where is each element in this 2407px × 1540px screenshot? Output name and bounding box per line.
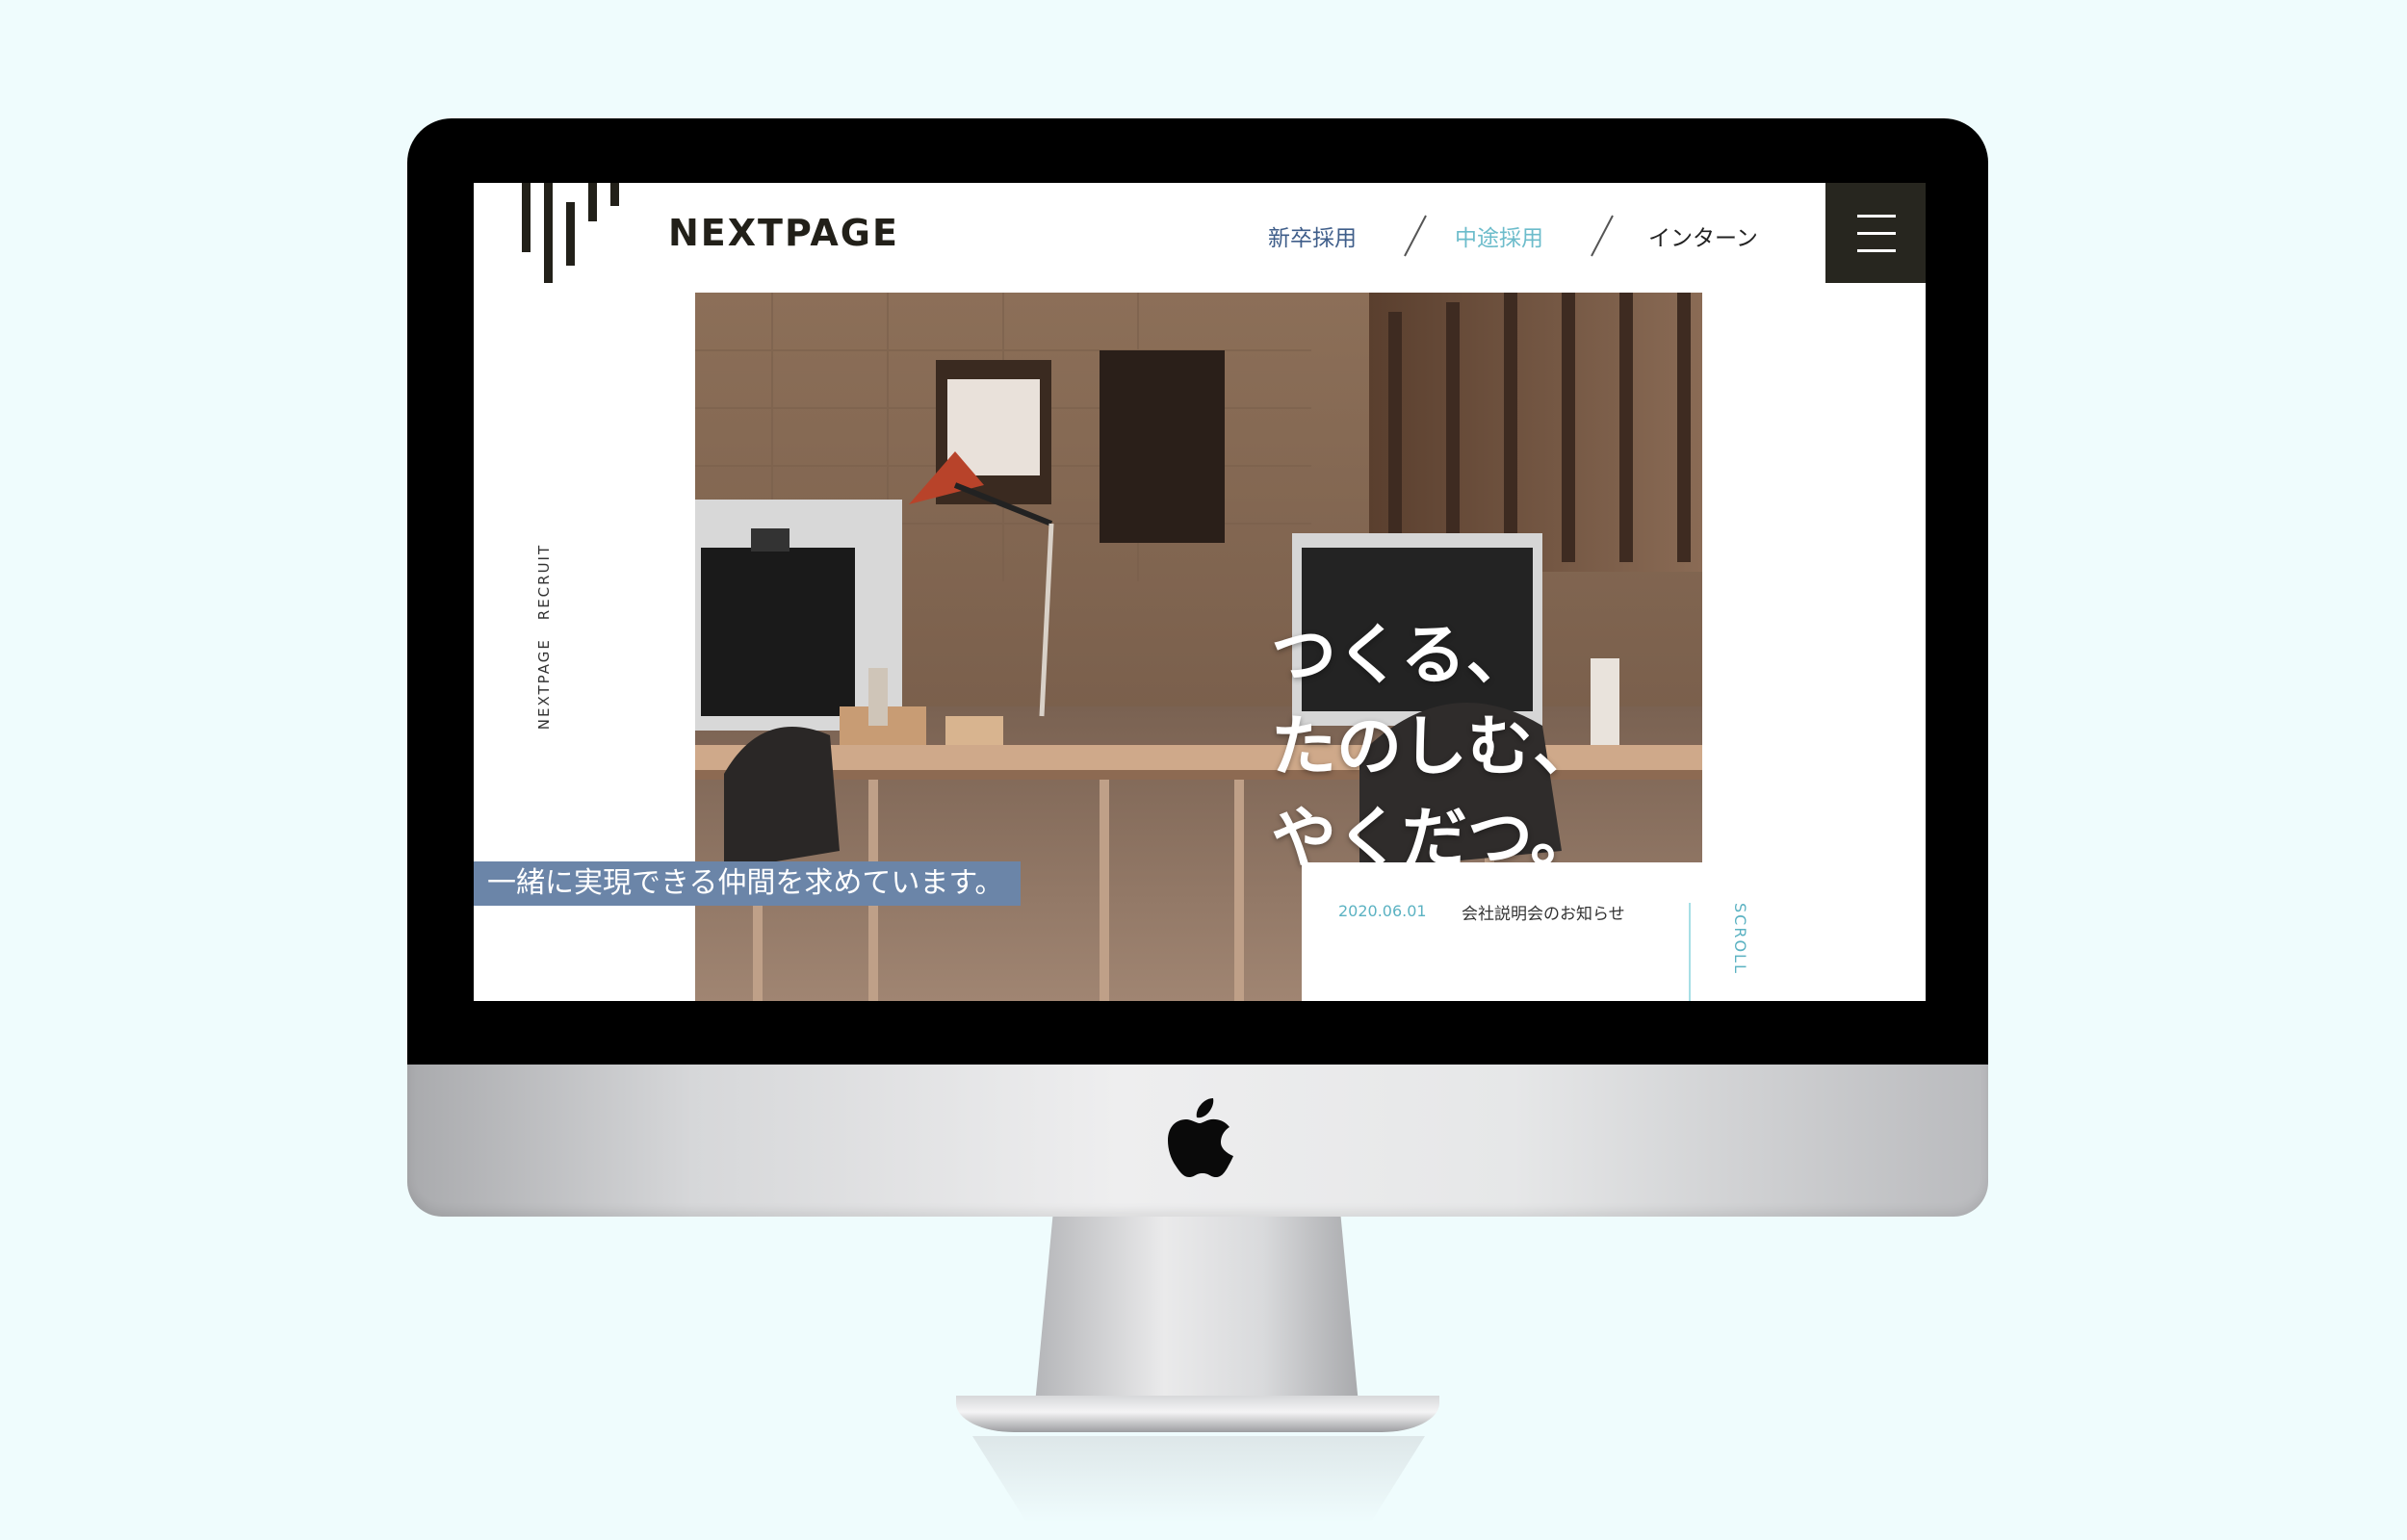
scroll-indicator-line xyxy=(1689,903,1691,1001)
hero-tagline: 一緒に実現できる仲間を求めています。 xyxy=(474,861,1022,906)
vertical-brand-label: NEXTPAGE RECRUIT xyxy=(535,544,553,741)
hero-catchphrase: つくる、 たのしむ、 やくだつ。 xyxy=(1271,610,1598,885)
nav-separator xyxy=(1404,215,1427,257)
news-box: 2020.06.01 会社説明会のお知らせ SCROLL xyxy=(1302,862,1926,1001)
side-label-brand: NEXTPAGE xyxy=(535,638,553,731)
logo-text: NEXTPAGE xyxy=(668,212,899,254)
nextpage-logo-mark-icon xyxy=(522,183,619,283)
site-logo[interactable]: NEXTPAGE xyxy=(522,183,897,289)
imac-stand-neck xyxy=(1033,1217,1360,1424)
nav-item-mid-career[interactable]: 中途採用 xyxy=(1455,219,1543,252)
nav-separator xyxy=(1591,215,1614,257)
side-label-section: RECRUIT xyxy=(535,544,553,621)
apple-logo-icon xyxy=(1168,1098,1233,1177)
nav-item-new-graduate[interactable]: 新卒採用 xyxy=(1268,219,1357,252)
hamburger-menu-icon xyxy=(1857,249,1896,252)
news-title-link[interactable]: 会社説明会のお知らせ xyxy=(1462,900,1625,924)
imac-stand-reflection xyxy=(972,1436,1425,1523)
catch-line: たのしむ、 xyxy=(1271,709,1599,785)
hamburger-menu-button[interactable] xyxy=(1825,183,1926,283)
nav-item-internship[interactable]: インターン xyxy=(1648,219,1758,252)
hamburger-menu-icon xyxy=(1857,232,1896,235)
catch-line: つくる、 xyxy=(1271,618,1532,694)
hamburger-menu-icon xyxy=(1857,215,1896,218)
imac-stand-foot xyxy=(956,1396,1439,1432)
website-screen: NEXTPAGE 新卒採用 中途採用 インターン NEXTPAGE RECRUI… xyxy=(474,183,1926,1001)
desktop-mockup: NEXTPAGE 新卒採用 中途採用 インターン NEXTPAGE RECRUI… xyxy=(0,0,2407,1540)
news-date: 2020.06.01 xyxy=(1338,902,1427,920)
scroll-label[interactable]: SCROLL xyxy=(1731,903,1749,975)
